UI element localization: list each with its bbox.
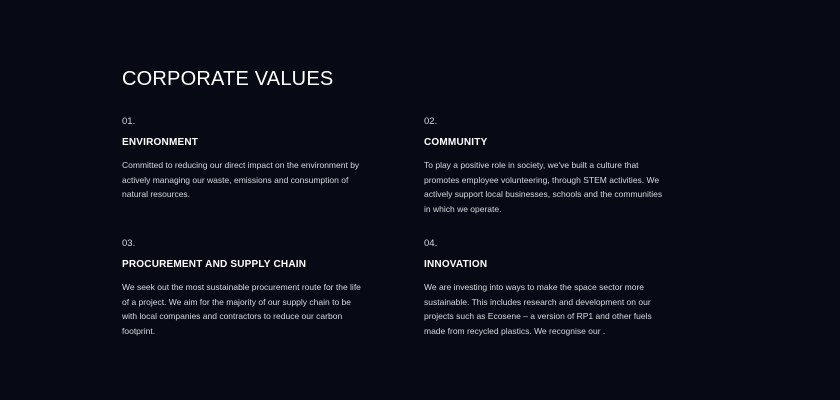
value-number: 01. bbox=[122, 116, 136, 127]
value-card-environment: 01. ENVIRONMENT Committed to reducing ou… bbox=[122, 116, 367, 202]
corporate-values-section: CORPORATE VALUES 01. ENVIRONMENT Committ… bbox=[0, 0, 840, 400]
value-card-procurement: 03. PROCUREMENT AND SUPPLY CHAIN We seek… bbox=[122, 238, 367, 338]
value-description: We are investing into ways to make the s… bbox=[424, 282, 652, 336]
value-description: To play a positive role in society, we'v… bbox=[424, 160, 663, 214]
value-heading: ENVIRONMENT bbox=[122, 137, 199, 148]
value-card-innovation: 04. INNOVATION We are investing into way… bbox=[424, 238, 669, 338]
value-description: We seek out the most sustainable procure… bbox=[122, 282, 361, 336]
section-title: CORPORATE VALUES bbox=[122, 68, 334, 90]
value-description: Committed to reducing our direct impact … bbox=[122, 160, 360, 199]
value-heading: COMMUNITY bbox=[424, 137, 488, 148]
value-heading: PROCUREMENT AND SUPPLY CHAIN bbox=[122, 259, 307, 270]
value-heading: INNOVATION bbox=[424, 259, 488, 270]
value-number: 03. bbox=[122, 238, 136, 249]
value-card-community: 02. COMMUNITY To play a positive role in… bbox=[424, 116, 669, 216]
value-number: 02. bbox=[424, 116, 438, 127]
value-number: 04. bbox=[424, 238, 438, 249]
